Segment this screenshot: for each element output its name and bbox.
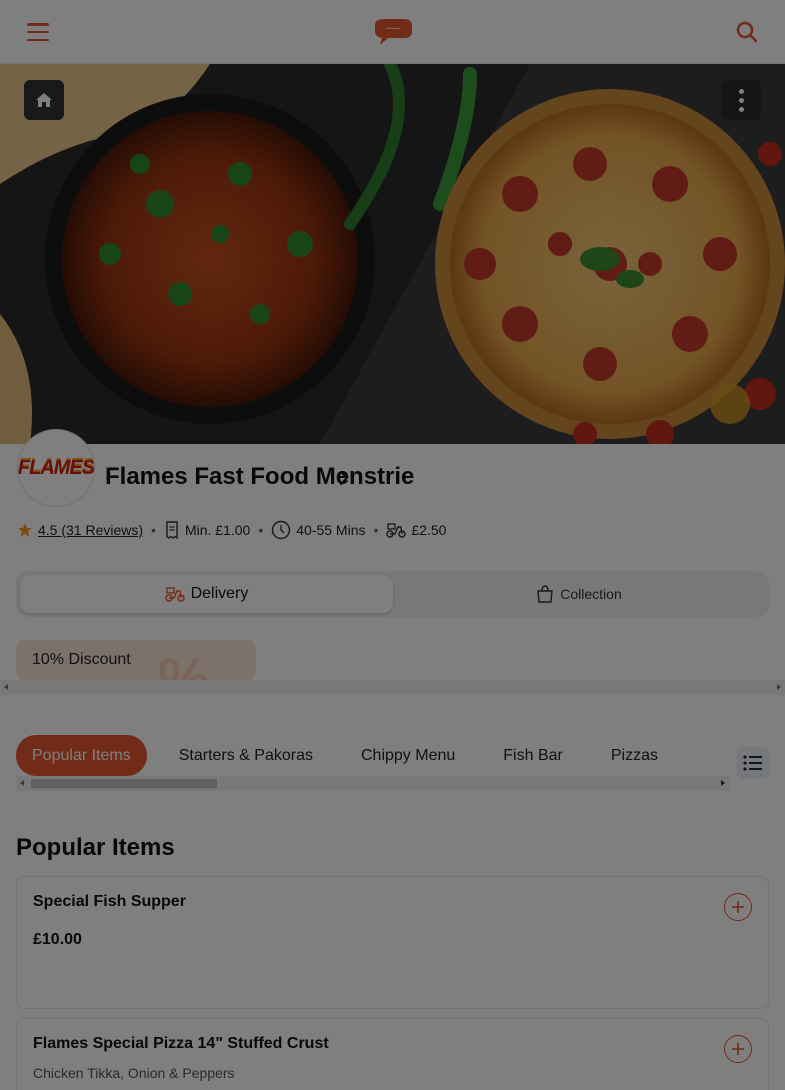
delivery-label: Delivery: [190, 585, 249, 602]
min-order: Min. £1.00: [184, 522, 251, 538]
menu-item-card[interactable]: Flames Special Pizza 14" Stuffed Crust C…: [16, 1018, 769, 1090]
delivery-fee: £2.50: [411, 522, 447, 538]
reviews-link[interactable]: 4.5 (31 Reviews): [38, 522, 143, 538]
search-icon[interactable]: [736, 21, 758, 48]
plus-icon: [732, 1043, 744, 1055]
more-vertical-icon[interactable]: [721, 80, 761, 120]
restaurant-meta-row: 4.5 (31 Reviews) • Min. £1.00 • 40-55 Mi…: [17, 520, 446, 540]
menu-item-price: £10.00: [33, 931, 82, 948]
category-list-button[interactable]: [737, 747, 769, 779]
hamburger-icon[interactable]: [27, 23, 49, 41]
tab-pizzas[interactable]: Pizzas: [595, 735, 674, 776]
separator-dot: •: [258, 522, 264, 538]
menu-item-card[interactable]: Special Fish Supper £10.00: [16, 876, 769, 1009]
star-icon: [17, 522, 33, 538]
separator-dot: •: [151, 522, 156, 538]
home-icon: [36, 93, 52, 107]
hero-banner-image: [0, 64, 785, 444]
offers-scrollbar[interactable]: [0, 680, 785, 695]
category-scrollbar[interactable]: [16, 776, 729, 791]
restaurant-name: Flames Fast Food Menstrie: [105, 463, 415, 490]
scooter-icon: [164, 587, 185, 602]
brand-logo[interactable]: ~~~: [372, 17, 414, 52]
shopping-bag-icon: [537, 585, 554, 603]
scrollbar-thumb[interactable]: [31, 779, 217, 788]
tab-starters-pakoras[interactable]: Starters & Pakoras: [163, 735, 329, 776]
home-button[interactable]: [24, 80, 64, 120]
svg-text:~~~: ~~~: [386, 24, 400, 33]
collection-toggle-button[interactable]: Collection: [393, 575, 765, 613]
discount-label: 10% Discount: [32, 651, 131, 668]
clock-icon: [271, 520, 291, 540]
scroll-left-arrow-icon[interactable]: [4, 684, 8, 690]
list-icon: [743, 755, 762, 771]
category-tabs: Popular Items Starters & Pakoras Chippy …: [16, 735, 690, 776]
menu-item-name: Flames Special Pizza 14" Stuffed Crust: [33, 1035, 329, 1052]
discount-decoration: %: [158, 647, 210, 680]
discount-offer-card[interactable]: % 10% Discount: [16, 640, 256, 680]
plus-icon: [732, 901, 744, 913]
tab-chippy-menu[interactable]: Chippy Menu: [345, 735, 471, 776]
delivery-time: 40-55 Mins: [296, 522, 366, 538]
add-item-button[interactable]: [724, 893, 752, 921]
order-mode-toggle: Delivery Collection: [16, 571, 769, 617]
top-bar: ~~~: [0, 0, 785, 64]
separator-dot: •: [373, 522, 379, 538]
section-title: Popular Items: [16, 834, 175, 861]
restaurant-logo-text: FLAMES: [17, 456, 95, 479]
tab-popular-items[interactable]: Popular Items: [16, 735, 147, 776]
menu-item-description: Chicken Tikka, Onion & Peppers: [33, 1065, 235, 1081]
chevron-right-icon[interactable]: [338, 470, 350, 491]
receipt-icon: [164, 521, 180, 539]
collection-label: Collection: [560, 586, 622, 602]
scooter-icon: [386, 522, 407, 538]
restaurant-logo-badge: FLAMES: [17, 429, 95, 507]
scroll-left-arrow-icon[interactable]: [20, 780, 24, 786]
menu-item-name: Special Fish Supper: [33, 893, 186, 910]
restaurant-title[interactable]: Flames Fast Food Menstrie: [105, 463, 414, 491]
scroll-right-arrow-icon[interactable]: [777, 684, 781, 690]
tab-fish-bar[interactable]: Fish Bar: [487, 735, 579, 776]
add-item-button[interactable]: [724, 1035, 752, 1063]
scroll-right-arrow-icon[interactable]: [721, 780, 725, 786]
delivery-toggle-button[interactable]: Delivery: [20, 575, 393, 613]
